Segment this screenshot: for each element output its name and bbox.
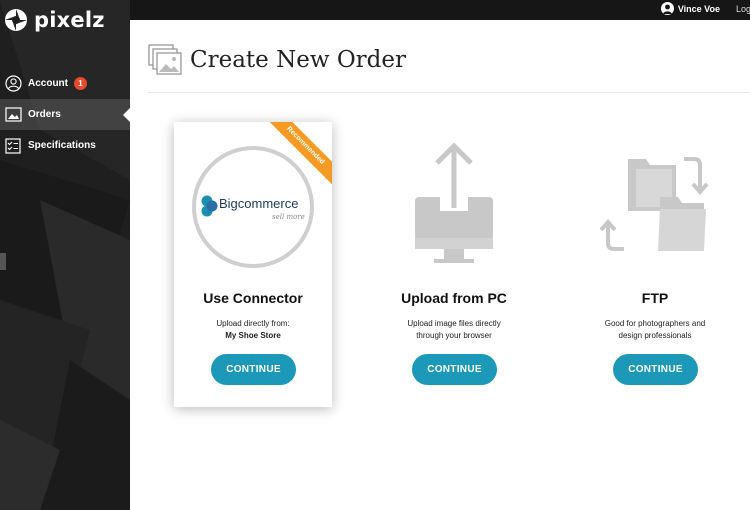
store-name: My Shoe Store [225, 331, 281, 340]
sidebar-item-orders[interactable]: Orders [0, 99, 130, 130]
upload-monitor-icon [415, 142, 493, 263]
continue-upload-button[interactable]: CONTINUE [412, 354, 497, 385]
sidebar: pixelz Account 1 Orders Specifications [0, 0, 130, 510]
image-icon [4, 106, 22, 124]
upload-pc-card[interactable]: Upload from PC Upload image files direct… [375, 122, 533, 407]
sidebar-item-label: Account [28, 78, 68, 89]
continue-ftp-button[interactable]: CONTINUE [613, 354, 698, 385]
avatar-icon [660, 2, 674, 15]
header-divider [148, 92, 750, 93]
sidebar-item-label: Specifications [28, 140, 96, 151]
user-menu[interactable]: Vince Voe [660, 2, 720, 15]
bigcommerce-wordmark: Bigcommerce [219, 196, 298, 211]
sidebar-nav: Account 1 Orders Specifications [0, 68, 130, 161]
card-description-line: Good for photographers and [604, 319, 706, 328]
image-stack-icon [148, 44, 182, 75]
notification-badge: 1 [74, 77, 87, 90]
connector-card[interactable]: Recommended Bigcommerce sell more Use Co… [174, 122, 332, 407]
card-description-line: Upload directly from: [216, 319, 290, 328]
card-description: Upload directly from: My Shoe Store [174, 318, 332, 342]
app-name: pixelz [34, 8, 105, 32]
card-description: Good for photographers and design profes… [576, 318, 734, 342]
page-header: Create New Order [148, 44, 406, 76]
sidebar-item-account[interactable]: Account 1 [0, 68, 130, 99]
card-description-line: design professionals [618, 331, 692, 340]
bigcommerce-tagline: sell more [272, 213, 305, 221]
card-title: Upload from PC [401, 290, 507, 306]
active-indicator [123, 107, 130, 122]
sidebar-collapse-handle[interactable] [0, 253, 6, 270]
card-description: Upload image files directly through your… [375, 318, 533, 342]
card-title: Use Connector [203, 290, 303, 306]
card-description-line: through your browser [416, 331, 492, 340]
ftp-card[interactable]: FTP Good for photographers and design pr… [576, 122, 734, 407]
bigcommerce-logo: Bigcommerce sell more [174, 142, 332, 272]
app-logo[interactable]: pixelz [4, 8, 105, 32]
pixelz-logo-icon [5, 9, 27, 31]
folder-transfer-icon [600, 157, 709, 251]
page-title: Create New Order [190, 47, 406, 73]
checklist-icon [4, 137, 22, 155]
logout-link[interactable]: Log [736, 4, 750, 14]
user-name: Vince Voe [677, 3, 720, 14]
user-circle-icon [4, 75, 22, 93]
sidebar-item-label: Orders [28, 109, 61, 120]
upload-graphic [375, 142, 533, 272]
card-title: FTP [641, 290, 669, 306]
ftp-graphic [576, 142, 734, 272]
top-bar: Vince Voe Log [130, 0, 750, 20]
card-description-line: Upload image files directly [407, 319, 501, 328]
continue-connector-button[interactable]: CONTINUE [211, 354, 296, 385]
bigcommerce-logo-icon: Bigcommerce sell more [192, 146, 314, 268]
sidebar-item-specifications[interactable]: Specifications [0, 130, 130, 161]
